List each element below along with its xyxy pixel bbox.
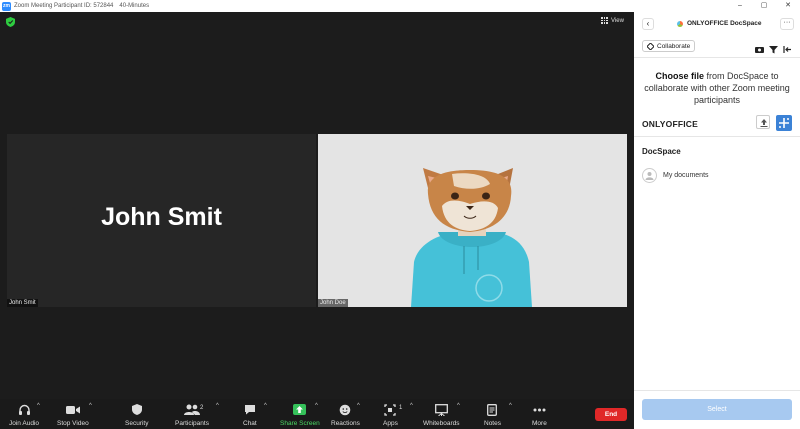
docspace-heading: DocSpace <box>642 147 681 156</box>
cat-avatar-image <box>411 168 532 307</box>
meeting-area: View John Smit John Smit John Doe <box>0 12 634 429</box>
apps-label: Apps <box>383 420 398 427</box>
join-audio-button[interactable]: Join Audio <box>9 403 39 427</box>
encryption-shield-icon[interactable] <box>6 17 15 27</box>
reaction-plus-icon <box>340 404 351 415</box>
panel-title-text: ONLYOFFICE DocSpace <box>687 20 762 27</box>
panel-divider <box>634 57 800 58</box>
meeting-duration: 40-Minutes <box>119 3 150 9</box>
notes-button[interactable]: Notes <box>484 403 501 427</box>
share-caret[interactable]: ^ <box>315 403 318 409</box>
user-avatar-icon <box>642 168 657 183</box>
stop-video-label: Stop Video <box>57 420 89 427</box>
apps-caret[interactable]: ^ <box>410 403 413 409</box>
whiteboards-label: Whiteboards <box>423 420 460 427</box>
chat-button[interactable]: Chat <box>243 403 257 427</box>
collaborate-label: Collaborate <box>657 42 691 50</box>
footer-divider <box>634 390 800 391</box>
notes-label: Notes <box>484 420 501 427</box>
choose-file-instruction: Choose file from DocSpace to collaborate… <box>644 70 790 106</box>
close-button[interactable]: ✕ <box>776 0 800 12</box>
stop-video-button[interactable]: Stop Video <box>57 403 89 427</box>
participants-label: Participants <box>175 420 209 427</box>
add-file-icon <box>779 118 789 128</box>
collaborate-icon <box>647 42 654 50</box>
window-title: Zoom Meeting Participant ID: 572844 40-Mi… <box>14 3 149 9</box>
participant-name-tag: John Smit <box>7 299 38 307</box>
minimize-button[interactable]: – <box>728 0 752 12</box>
share-screen-label: Share Screen <box>280 420 320 427</box>
participants-caret[interactable]: ^ <box>216 403 219 409</box>
participant-display-name: John Smit <box>101 203 222 231</box>
participant-name-tag: John Doe <box>318 299 348 307</box>
whiteboards-button[interactable]: Whiteboards <box>423 403 460 427</box>
audio-options-caret[interactable]: ^ <box>37 403 40 409</box>
security-label: Security <box>125 420 149 427</box>
upload-icon <box>760 119 768 127</box>
apps-icon <box>384 403 397 416</box>
more-label: More <box>532 420 547 427</box>
shield-icon <box>131 404 142 415</box>
notes-icon <box>487 403 498 416</box>
window-title-bar: zm Zoom Meeting Participant ID: 572844 40… <box>0 0 800 12</box>
grid-view-icon <box>601 17 608 24</box>
filter-icon[interactable] <box>769 41 778 54</box>
back-button[interactable]: ‹ <box>642 18 654 30</box>
share-arrow-icon <box>293 404 307 415</box>
my-documents-label: My documents <box>663 172 709 179</box>
section-divider <box>634 136 800 137</box>
participants-button[interactable]: Participants <box>175 403 209 427</box>
panel-tool-icons <box>755 41 792 54</box>
select-button[interactable]: Select <box>642 399 792 420</box>
reactions-caret[interactable]: ^ <box>357 403 360 409</box>
collaborate-button[interactable]: Collaborate <box>642 40 696 52</box>
notes-caret[interactable]: ^ <box>509 403 512 409</box>
apps-count: 1 <box>399 405 403 411</box>
share-screen-button[interactable]: Share Screen <box>280 403 320 427</box>
view-button[interactable]: View <box>601 17 624 24</box>
reactions-label: Reactions <box>331 420 360 427</box>
whiteboard-icon <box>434 403 448 416</box>
reactions-button[interactable]: Reactions <box>331 403 360 427</box>
collapse-icon[interactable] <box>783 41 792 53</box>
camera-icon[interactable] <box>755 41 764 53</box>
onlyoffice-logo-icon <box>677 20 683 27</box>
my-documents-item[interactable]: My documents <box>642 168 709 183</box>
chat-label: Chat <box>243 420 257 427</box>
join-audio-label: Join Audio <box>9 420 39 427</box>
participant-tile-john-smit[interactable]: John Smit John Smit <box>7 134 316 307</box>
window-title-text: Zoom Meeting Participant ID: 572844 <box>14 3 114 9</box>
maximize-button[interactable]: ▢ <box>752 0 776 12</box>
end-meeting-button[interactable]: End <box>595 408 627 421</box>
panel-more-button[interactable]: ··· <box>780 18 794 30</box>
video-camera-icon <box>65 405 80 414</box>
participants-icon <box>183 404 200 415</box>
chat-caret[interactable]: ^ <box>264 403 267 409</box>
more-dots-icon <box>533 408 546 411</box>
participant-tile-john-doe[interactable]: John Doe <box>318 134 627 307</box>
view-label: View <box>611 17 624 24</box>
choose-file-bold: Choose file <box>655 71 704 81</box>
whiteboards-caret[interactable]: ^ <box>457 403 460 409</box>
create-file-button[interactable] <box>776 115 792 131</box>
apps-button[interactable]: Apps <box>383 403 398 427</box>
zoom-logo-icon: zm <box>2 1 11 11</box>
chat-bubble-icon <box>244 405 255 415</box>
more-button[interactable]: More <box>532 403 547 427</box>
security-button[interactable]: Security <box>125 403 148 427</box>
onlyoffice-heading: ONLYOFFICE <box>642 119 698 129</box>
headphones-icon <box>18 404 30 415</box>
meeting-toolbar: Join Audio ^ Stop Video ^ Security Parti… <box>0 399 634 429</box>
onlyoffice-app-panel: ‹ ONLYOFFICE DocSpace ··· Collaborate Ch… <box>634 12 800 429</box>
video-options-caret[interactable]: ^ <box>89 403 92 409</box>
window-controls: – ▢ ✕ <box>728 0 800 12</box>
participants-count: 2 <box>200 405 204 411</box>
upload-button[interactable] <box>756 115 770 129</box>
panel-title: ONLYOFFICE DocSpace <box>677 20 762 27</box>
